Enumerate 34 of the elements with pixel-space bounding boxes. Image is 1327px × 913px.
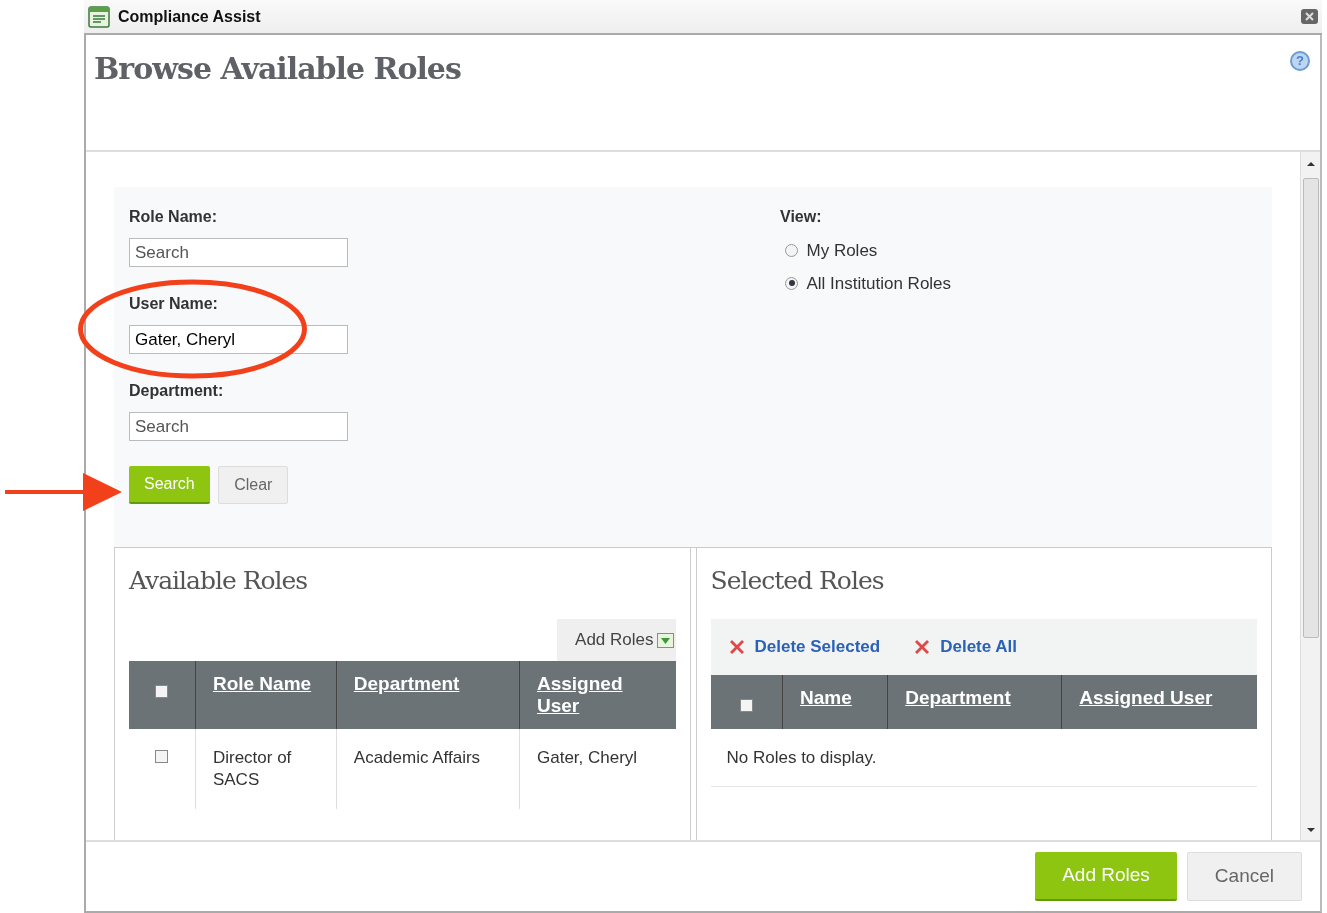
window-app-icon bbox=[88, 5, 110, 28]
input-field[interactable]: Search bbox=[129, 412, 348, 441]
radio-button[interactable] bbox=[785, 244, 798, 258]
radio-label[interactable]: My Roles bbox=[806, 238, 878, 264]
radio-label[interactable]: All Institution Roles bbox=[806, 270, 952, 296]
dropdown-icon bbox=[656, 632, 674, 648]
row-checkbox[interactable] bbox=[155, 749, 169, 763]
select-all-checkbox[interactable] bbox=[739, 699, 753, 712]
table-cell: Director of SACS bbox=[195, 728, 337, 809]
empty-message: No Roles to display. bbox=[710, 728, 1257, 788]
field-label: User Name: bbox=[129, 294, 218, 314]
delete-link[interactable]: Delete All bbox=[912, 634, 1018, 660]
window-title: Compliance Assist bbox=[118, 6, 262, 27]
section-title: Available Roles bbox=[129, 566, 309, 596]
select-all-checkbox[interactable] bbox=[155, 685, 169, 698]
section-title: Selected Roles bbox=[710, 566, 885, 596]
help-icon[interactable]: ? bbox=[1290, 51, 1310, 71]
scroll-up-icon[interactable] bbox=[1305, 160, 1316, 168]
clear-button[interactable]: Clear bbox=[218, 466, 289, 504]
input-field[interactable]: Gater, Cheryl bbox=[129, 325, 348, 354]
page-title: Browse Available Roles bbox=[94, 51, 461, 88]
table-cell: Academic Affairs bbox=[336, 728, 520, 809]
add-roles-menu[interactable]: Add Roles bbox=[557, 619, 676, 661]
close-icon[interactable] bbox=[1301, 9, 1318, 24]
view-label: View: bbox=[780, 207, 822, 227]
delete-link[interactable]: Delete Selected bbox=[726, 634, 881, 660]
scrollbar[interactable] bbox=[1300, 152, 1320, 840]
table-cell: Gater, Cheryl bbox=[519, 728, 676, 809]
field-label: Role Name: bbox=[129, 207, 218, 227]
field-label: Department: bbox=[129, 381, 224, 401]
scroll-down-icon[interactable] bbox=[1305, 826, 1316, 834]
cancel-button[interactable]: Cancel bbox=[1186, 852, 1302, 901]
input-field[interactable]: Search bbox=[129, 238, 348, 267]
radio-button[interactable] bbox=[785, 276, 798, 290]
